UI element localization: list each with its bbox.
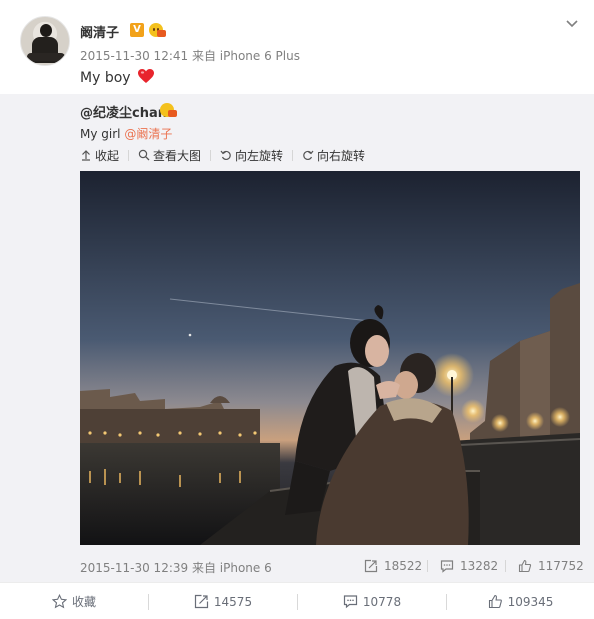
favorite-label: 收藏: [71, 595, 96, 609]
post-timestamp[interactable]: 2015-11-30 12:41 来自 iPhone 6 Plus: [80, 47, 300, 64]
rotate-right-label: 向右旋转: [317, 148, 366, 163]
weibo-post-card: 阚清子 V 2015-11-30 12:41 来自 iPhone 6 Plus …: [0, 0, 594, 619]
repost-icon: [364, 559, 378, 573]
repost-icon: [194, 594, 209, 609]
stat-divider: [427, 560, 428, 572]
repost-count: 14575: [213, 594, 253, 609]
original-text-content: My girl: [80, 127, 125, 141]
repost-block: @纪凌尘chan My girl @阚清子 收起 查看大图 向左旋转 向右旋转 …: [0, 94, 594, 582]
comment-count: 10778: [362, 594, 402, 609]
thumbs-up-icon: [488, 594, 502, 609]
rotate-left-button[interactable]: 向左旋转: [220, 147, 283, 164]
comment-icon: [440, 560, 454, 573]
collapse-button[interactable]: 收起: [80, 147, 119, 164]
original-comment-button[interactable]: 13282: [440, 559, 498, 573]
member-emoji-icon: [149, 22, 166, 38]
magnifier-icon: [138, 149, 150, 161]
rotate-right-icon: [303, 150, 314, 161]
image-toolbar: 收起 查看大图 向左旋转 向右旋转: [80, 147, 365, 163]
rotate-right-button[interactable]: 向右旋转: [302, 147, 365, 164]
like-count: 109345: [507, 594, 554, 609]
chevron-down-icon[interactable]: [563, 14, 581, 32]
post-photo[interactable]: [80, 171, 580, 545]
repost-button[interactable]: 14575: [149, 583, 297, 619]
toolbar-divider: [210, 149, 212, 161]
verified-badge: V: [130, 23, 144, 37]
collapse-arrow-icon: [82, 150, 90, 161]
stat-divider: [505, 560, 506, 572]
post-author-name[interactable]: 阚清子: [80, 22, 119, 41]
original-repost-button[interactable]: 18522: [364, 559, 422, 573]
toolbar-divider: [128, 149, 130, 161]
comment-icon: [343, 595, 358, 609]
post-text: My boy: [80, 68, 155, 86]
original-repost-count: 18522: [384, 559, 423, 573]
post-text-content: My boy: [80, 70, 131, 86]
rotate-left-label: 向左旋转: [235, 148, 284, 163]
member-emoji-icon: [160, 102, 177, 118]
comment-button[interactable]: 10778: [298, 583, 446, 619]
star-icon: [51, 594, 67, 609]
thumbs-up-icon: [518, 559, 532, 573]
rotate-left-icon: [220, 150, 231, 161]
avatar[interactable]: [20, 16, 70, 66]
favorite-button[interactable]: 收藏: [0, 583, 148, 619]
toolbar-divider: [292, 149, 294, 161]
original-like-count: 117752: [538, 559, 584, 573]
original-timestamp[interactable]: 2015-11-30 12:39 来自 iPhone 6: [80, 559, 272, 576]
original-post-text: My girl @阚清子: [80, 125, 172, 142]
original-like-button[interactable]: 117752: [518, 559, 584, 573]
view-large-label: 查看大图: [153, 148, 202, 163]
mention-link[interactable]: @阚清子: [124, 127, 172, 141]
original-author-name[interactable]: @纪凌尘chan: [80, 102, 167, 121]
view-large-button[interactable]: 查看大图: [138, 147, 201, 164]
like-button[interactable]: 109345: [447, 583, 594, 619]
original-comment-count: 13282: [460, 559, 499, 573]
collapse-label: 收起: [95, 148, 120, 163]
action-bar: 收藏 14575 10778 109345: [0, 582, 594, 619]
heart-icon: [138, 69, 155, 83]
